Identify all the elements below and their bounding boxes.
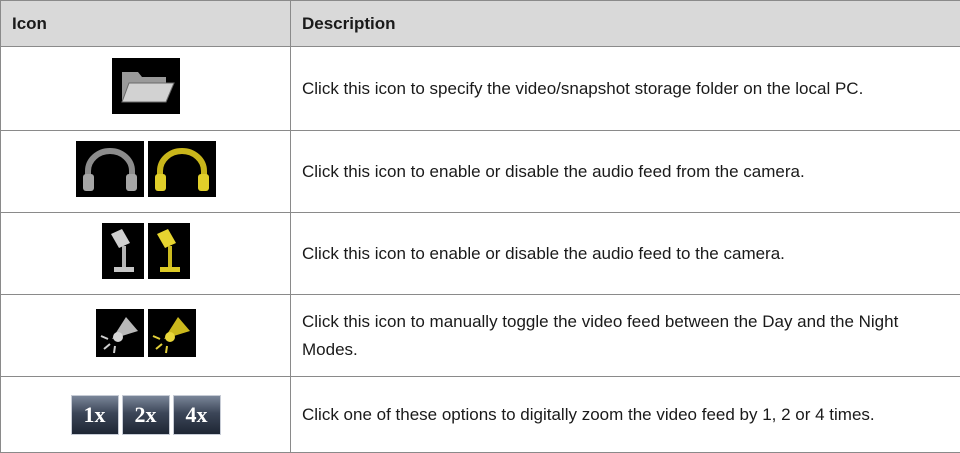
row-description: Click one of these options to digitally … (291, 377, 960, 453)
zoom-options: 1x 2x 4x (71, 395, 221, 435)
table-row: Click this icon to enable or disable the… (1, 131, 960, 213)
table-row: Click this icon to enable or disable the… (1, 213, 960, 295)
icon-cell (1, 295, 291, 377)
icon-description-table: Icon Description Click this icon to spec… (0, 0, 960, 453)
zoom-1x-button[interactable]: 1x (71, 395, 119, 435)
microphone-yellow-icon[interactable] (148, 223, 190, 279)
row-description: Click this icon to specify the video/sna… (291, 47, 960, 131)
icon-cell (1, 47, 291, 131)
header-icon: Icon (1, 1, 291, 47)
row-description: Click this icon to enable or disable the… (291, 213, 960, 295)
lamp-gray-icon[interactable] (96, 309, 144, 357)
icon-cell (1, 213, 291, 295)
zoom-2x-button[interactable]: 2x (122, 395, 170, 435)
row-description: Click this icon to manually toggle the v… (291, 295, 960, 377)
headphones-gray-icon[interactable] (76, 141, 144, 197)
table-row: 1x 2x 4x Click one of these options to d… (1, 377, 960, 453)
header-description: Description (291, 1, 960, 47)
table-row: Click this icon to specify the video/sna… (1, 47, 960, 131)
lamp-yellow-icon[interactable] (148, 309, 196, 357)
table-header-row: Icon Description (1, 1, 960, 47)
row-description: Click this icon to enable or disable the… (291, 131, 960, 213)
folder-icon[interactable] (112, 58, 180, 114)
table-row: Click this icon to manually toggle the v… (1, 295, 960, 377)
microphone-gray-icon[interactable] (102, 223, 144, 279)
headphones-yellow-icon[interactable] (148, 141, 216, 197)
icon-cell: 1x 2x 4x (1, 377, 291, 453)
icon-cell (1, 131, 291, 213)
zoom-4x-button[interactable]: 4x (173, 395, 221, 435)
